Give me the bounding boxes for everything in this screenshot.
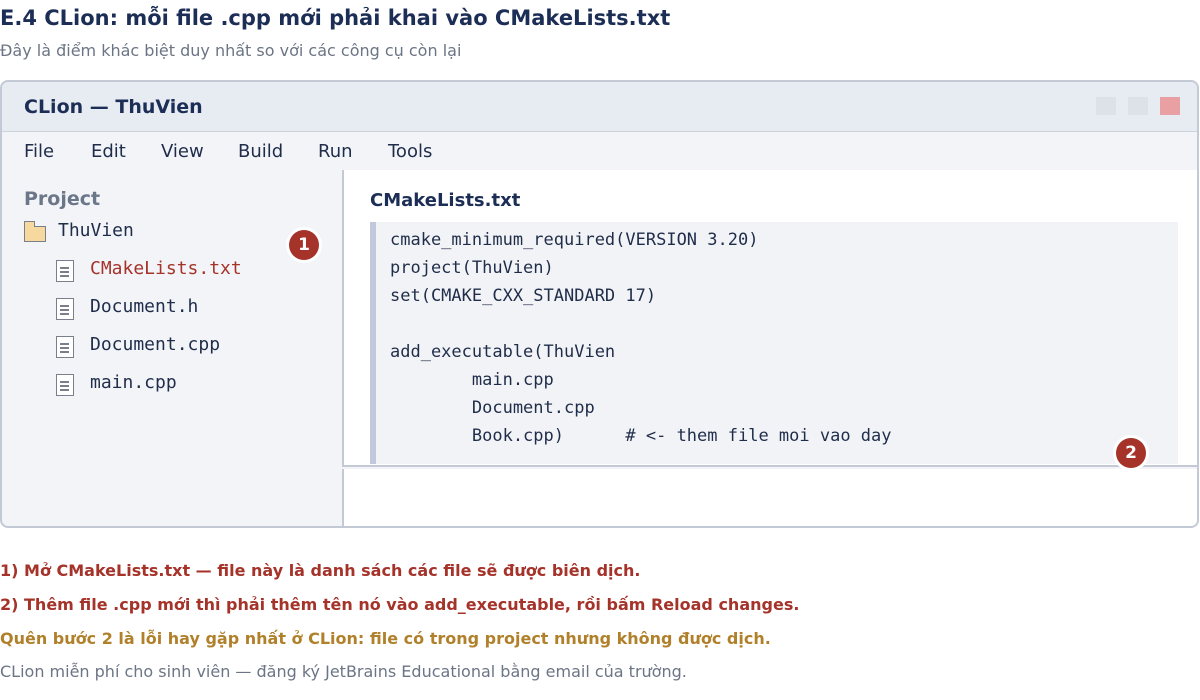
window-titlebar: CLion — ThuVien [2,82,1197,132]
file-icon [56,336,74,358]
page-title: E.4 CLion: mỗi file .cpp mới phải khai v… [0,6,671,30]
clion-window: CLion — ThuVien File Edit View Build Run… [0,80,1199,528]
close-button[interactable] [1160,97,1180,115]
step-badge-2: 2 [1116,438,1146,468]
code-line: project(ThuVien) [390,258,554,278]
note-step-2: 2) Thêm file .cpp mới thì phải thêm tên … [0,595,800,614]
code-line: set(CMAKE_CXX_STANDARD 17) [390,286,657,306]
minimize-button[interactable] [1096,97,1116,115]
menu-tools[interactable]: Tools [388,141,432,162]
menu-edit[interactable]: Edit [91,141,126,162]
file-icon [56,298,74,320]
menu-bar: File Edit View Build Run Tools [2,133,1197,169]
editor-tab-title[interactable]: CMakeLists.txt [370,190,520,211]
tree-file-document-h[interactable]: Document.h [56,296,276,320]
code-line: Book.cpp) # <- them file moi vao day [390,426,892,446]
note-warning: Quên bước 2 là lỗi hay gặp nhất ở CLion:… [0,629,771,648]
sidebar-title: Project [24,188,101,210]
note-tip: CLion miễn phí cho sinh viên — đăng ký J… [0,662,687,681]
code-line: add_executable(ThuVien [390,342,616,362]
editor-lower-area [342,469,1197,526]
tree-file-main-cpp[interactable]: main.cpp [56,372,276,396]
code-editor[interactable]: CMakeLists.txt cmake_minimum_required(VE… [342,170,1197,467]
page-subtitle: Đây là điểm khác biệt duy nhất so với cá… [0,41,462,60]
maximize-button[interactable] [1128,97,1148,115]
file-label: CMakeLists.txt [90,258,242,279]
file-label: Document.h [90,296,199,317]
window-title: CLion — ThuVien [24,96,203,118]
code-line: Document.cpp [390,398,595,418]
tree-folder-thuvien[interactable]: ThuVien [23,220,224,244]
file-label: main.cpp [90,372,177,393]
menu-run[interactable]: Run [318,141,353,162]
menu-build[interactable]: Build [238,141,283,162]
code-line: main.cpp [390,370,554,390]
file-icon [56,260,74,282]
tree-file-document-cpp[interactable]: Document.cpp [56,334,276,358]
note-step-1: 1) Mở CMakeLists.txt — file này là danh … [0,561,641,580]
file-icon [56,374,74,396]
code-line: cmake_minimum_required(VERSION 3.20) [390,230,759,250]
code-block[interactable]: cmake_minimum_required(VERSION 3.20) pro… [370,222,1178,464]
folder-icon [23,221,46,242]
menu-view[interactable]: View [161,141,204,162]
project-sidebar: Project ThuVien CMakeLists.txt Document.… [2,170,342,526]
step-badge-1: 1 [289,230,319,260]
menu-file[interactable]: File [24,141,54,162]
tree-file-cmakelists[interactable]: CMakeLists.txt [56,258,276,282]
folder-label: ThuVien [58,220,134,241]
file-label: Document.cpp [90,334,221,355]
